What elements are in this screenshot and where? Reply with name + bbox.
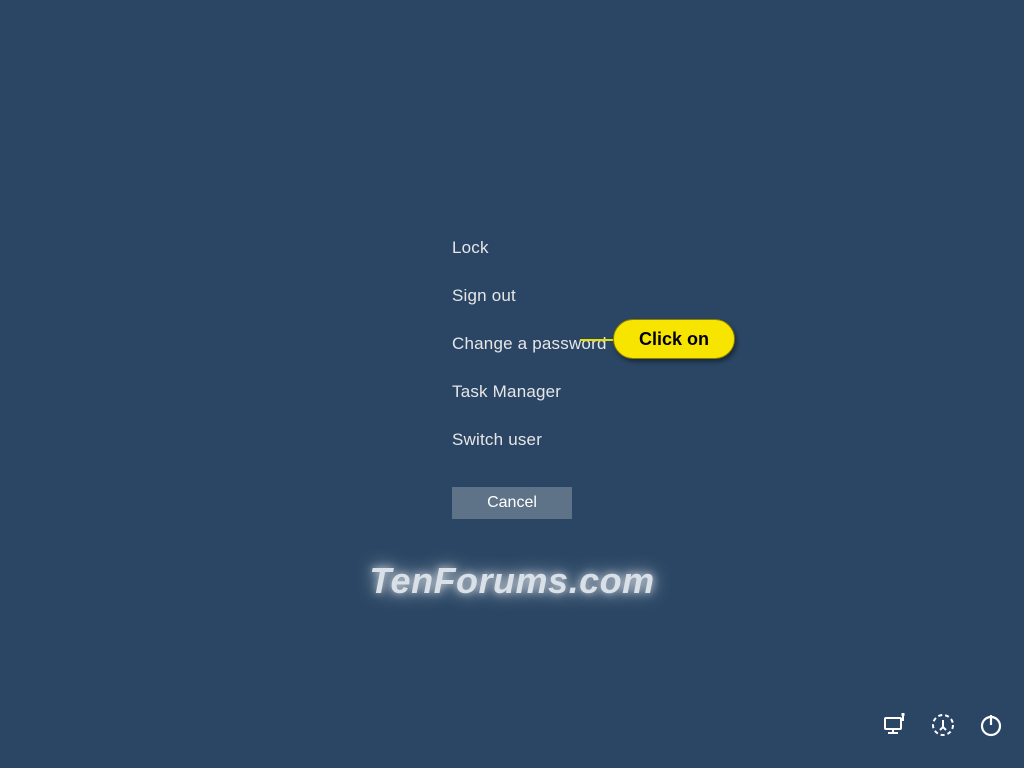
- security-options-menu: Lock Sign out Change a password Task Man…: [452, 238, 607, 478]
- power-icon[interactable]: [978, 712, 1004, 738]
- network-icon[interactable]: [882, 712, 908, 738]
- menu-item-task-manager[interactable]: Task Manager: [452, 382, 607, 402]
- system-tray: [882, 712, 1004, 738]
- menu-item-sign-out[interactable]: Sign out: [452, 286, 607, 306]
- menu-item-lock[interactable]: Lock: [452, 238, 607, 258]
- watermark-text: TenForums.com: [369, 560, 654, 602]
- menu-item-change-password[interactable]: Change a password: [452, 334, 607, 354]
- cancel-button[interactable]: Cancel: [452, 487, 572, 519]
- ease-of-access-icon[interactable]: [930, 712, 956, 738]
- callout-bubble: Click on: [613, 319, 735, 359]
- menu-item-switch-user[interactable]: Switch user: [452, 430, 607, 450]
